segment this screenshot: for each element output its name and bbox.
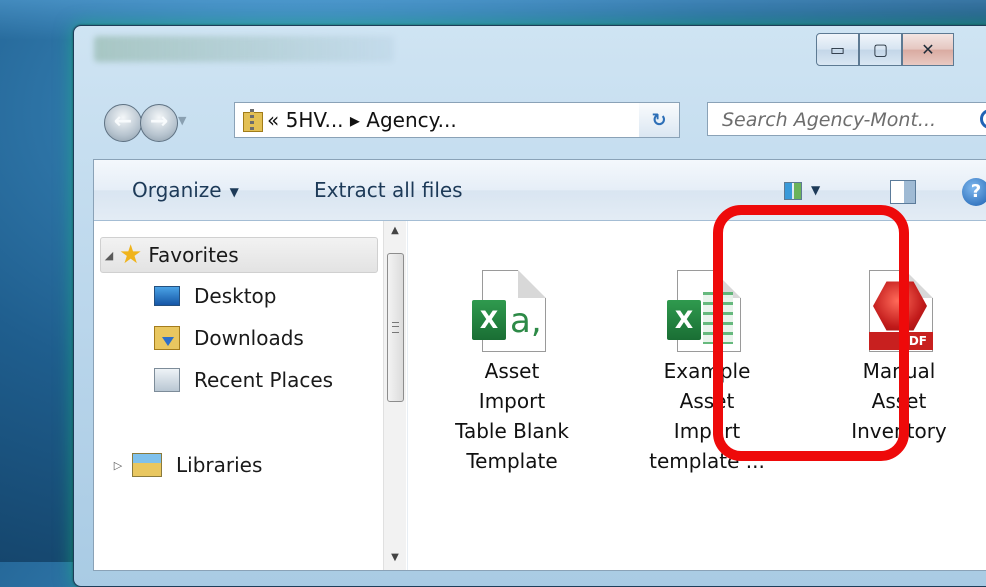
back-arrow-icon: ← — [113, 109, 133, 134]
recent-pages-dropdown[interactable]: ▼ — [178, 111, 194, 131]
file-item-asset-import-table-blank-template[interactable]: X a, Asset Import Table Blank Template — [442, 270, 582, 476]
expanded-triangle-icon[interactable]: ◢ — [101, 249, 117, 262]
recent-places-icon — [154, 368, 180, 392]
search-input[interactable]: Search Agency-Mont... — [707, 102, 986, 136]
chevron-down-icon: ▼ — [229, 184, 239, 199]
excel-template-icon: X a, — [472, 270, 552, 352]
titlebar-quick-access — [94, 36, 394, 62]
search-icon[interactable] — [980, 109, 986, 129]
search-placeholder: Search Agency-Mont... — [722, 109, 937, 131]
view-options-chevron-icon[interactable]: ▼ — [811, 178, 820, 202]
minimize-button[interactable]: ▭ — [816, 33, 859, 66]
pane-divider[interactable] — [407, 221, 408, 570]
refresh-button[interactable]: ↻ — [639, 102, 680, 138]
back-button[interactable]: ← — [104, 104, 142, 142]
highlight-annotation — [713, 205, 909, 461]
change-view-icon[interactable] — [784, 182, 802, 200]
scroll-down-icon[interactable]: ▼ — [384, 548, 406, 568]
forward-arrow-icon: → — [149, 109, 169, 134]
organize-button[interactable]: Organize ▼ — [132, 160, 239, 220]
nav-favorites[interactable]: ◢ ★ Favorites — [100, 237, 378, 273]
nav-item-recent-places[interactable]: Recent Places — [154, 363, 333, 397]
preview-pane-icon[interactable] — [890, 180, 916, 204]
collapsed-triangle-icon[interactable]: ▷ — [110, 459, 126, 472]
navigation-pane: ◢ ★ Favorites Desktop Downloads Recent P… — [94, 221, 406, 570]
nav-item-desktop[interactable]: Desktop — [154, 279, 276, 313]
nav-item-label: Recent Places — [194, 368, 334, 392]
nav-libraries-label: Libraries — [176, 453, 263, 477]
nav-scrollbar[interactable]: ▲ ▼ — [383, 221, 406, 570]
address-bar[interactable]: « 5HV... ▸ Agency... ▼ — [234, 102, 669, 138]
grip-icon — [392, 322, 399, 333]
close-button[interactable]: ✕ — [902, 33, 954, 66]
downloads-folder-icon — [154, 326, 180, 350]
caption-buttons: ▭ ▢ ✕ — [816, 33, 954, 66]
scroll-up-icon[interactable]: ▲ — [384, 221, 406, 241]
address-path[interactable]: « 5HV... ▸ Agency... — [267, 108, 644, 132]
file-name: Asset Import Table Blank Template — [455, 359, 569, 473]
scroll-thumb[interactable] — [387, 253, 404, 402]
star-icon: ★ — [119, 240, 143, 270]
nav-item-downloads[interactable]: Downloads — [154, 321, 304, 355]
desktop-icon — [154, 286, 180, 306]
refresh-icon: ↻ — [651, 109, 667, 131]
maximize-button[interactable]: ▢ — [859, 33, 902, 66]
nav-item-label: Downloads — [194, 326, 304, 350]
libraries-icon — [132, 453, 162, 477]
nav-item-label: Desktop — [194, 284, 277, 308]
zip-folder-icon — [243, 109, 263, 132]
extract-all-files-button[interactable]: Extract all files — [314, 160, 463, 220]
forward-button[interactable]: → — [140, 104, 178, 142]
organize-label: Organize — [132, 178, 222, 202]
nav-libraries[interactable]: ▷ Libraries — [110, 448, 262, 482]
help-icon[interactable]: ? — [962, 178, 986, 206]
nav-favorites-label: Favorites — [148, 243, 239, 267]
